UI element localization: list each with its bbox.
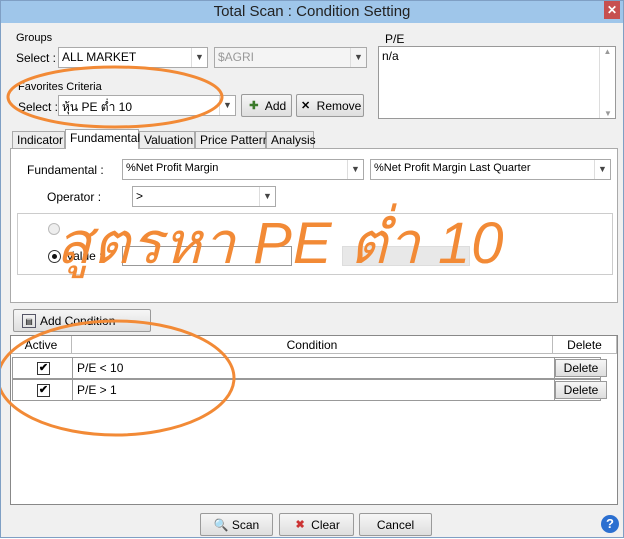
remove-favorite-label: Remove bbox=[316, 98, 362, 113]
conditions-grid: Active Condition Delete ✔ P/E < 10 Delet… bbox=[10, 335, 618, 505]
fundamental-compare-value: %Net Profit Margin Last Quarter bbox=[374, 162, 531, 174]
tab-fundamental[interactable]: Fundamental bbox=[65, 129, 140, 149]
condition-cell: P/E < 10 bbox=[72, 357, 555, 379]
groups-select[interactable]: ALL MARKET ▼ bbox=[58, 47, 208, 68]
add-favorite-button[interactable]: ✚ Add bbox=[241, 94, 292, 117]
tab-analysis[interactable]: Analysis bbox=[266, 131, 316, 149]
fundamental-compare-select[interactable]: %Net Profit Margin Last Quarter ▼ bbox=[370, 159, 611, 180]
add-favorite-label: Add bbox=[264, 98, 287, 113]
scroll-down-icon: ▼ bbox=[604, 109, 612, 118]
clear-button[interactable]: ✖ Clear bbox=[279, 513, 354, 536]
close-button[interactable]: ✕ bbox=[604, 1, 620, 19]
window-title: Total Scan : Condition Setting bbox=[213, 3, 411, 20]
group-secondary-value: $AGRI bbox=[218, 50, 255, 64]
fundamental-field-select[interactable]: %Net Profit Margin ▼ bbox=[122, 159, 364, 180]
active-cell: ✔ bbox=[12, 379, 73, 401]
remove-favorite-button[interactable]: ✕ Remove bbox=[296, 94, 364, 117]
search-icon: 🔍 bbox=[213, 517, 229, 532]
clear-icon: ✖ bbox=[295, 518, 305, 531]
scan-button[interactable]: 🔍 Scan bbox=[200, 513, 273, 536]
add-condition-button[interactable]: ▤ Add Condition bbox=[13, 309, 151, 332]
add-condition-icon: ▤ bbox=[22, 313, 36, 328]
condition-cell: P/E > 1 bbox=[72, 379, 555, 401]
scroll-up-icon: ▲ bbox=[603, 47, 612, 56]
groups-label: Groups bbox=[16, 32, 53, 44]
title-bar: Total Scan : Condition Setting ✕ bbox=[1, 1, 623, 23]
tab-valuation[interactable]: Valuation bbox=[139, 131, 195, 149]
active-checkbox[interactable]: ✔ bbox=[37, 384, 50, 397]
help-icon[interactable]: ? bbox=[601, 515, 619, 533]
favorites-select-label: Select : bbox=[18, 100, 59, 114]
tab-indicator[interactable]: Indicator bbox=[12, 131, 65, 149]
chevron-down-icon: ▼ bbox=[191, 48, 207, 67]
condition-setting-window: Total Scan : Condition Setting ✕ Groups … bbox=[0, 0, 624, 538]
annotation-text: สูตรหา PE ต่ำ 10 bbox=[56, 211, 505, 276]
active-cell: ✔ bbox=[12, 357, 73, 379]
chevron-down-icon: ▼ bbox=[350, 48, 366, 67]
remove-icon: ✕ bbox=[301, 99, 311, 112]
favorites-label: Favorites Criteria bbox=[18, 81, 102, 93]
pe-label: P/E bbox=[385, 32, 405, 46]
scan-label: Scan bbox=[231, 517, 260, 532]
cancel-button[interactable]: Cancel bbox=[359, 513, 432, 536]
fundamental-field-value: %Net Profit Margin bbox=[126, 162, 219, 174]
active-checkbox[interactable]: ✔ bbox=[37, 362, 50, 375]
group-secondary-select[interactable]: $AGRI ▼ bbox=[214, 47, 367, 68]
close-icon: ✕ bbox=[606, 3, 618, 17]
add-condition-label: Add Condition bbox=[40, 313, 116, 328]
chevron-down-icon: ▼ bbox=[347, 160, 363, 179]
clear-label: Clear bbox=[311, 517, 340, 532]
header-delete: Delete bbox=[553, 336, 617, 354]
chevron-down-icon: ▼ bbox=[594, 160, 610, 179]
tab-price-pattern[interactable]: Price Pattern bbox=[195, 131, 269, 149]
delete-button[interactable]: Delete bbox=[555, 359, 607, 377]
chevron-down-icon: ▼ bbox=[219, 96, 235, 115]
header-condition: Condition bbox=[72, 336, 553, 354]
favorites-select[interactable]: หุ้น PE ต่ำ 10 ▼ bbox=[58, 95, 236, 116]
header-active: Active bbox=[11, 336, 72, 354]
pe-value: n/a bbox=[382, 49, 399, 63]
pe-textarea[interactable]: n/a ▲ ▼ bbox=[378, 46, 616, 119]
fundamental-label: Fundamental : bbox=[27, 163, 104, 177]
groups-select-label: Select : bbox=[16, 51, 57, 65]
delete-button[interactable]: Delete bbox=[555, 381, 607, 399]
groups-select-value: ALL MARKET bbox=[62, 50, 137, 64]
favorites-select-value: หุ้น PE ต่ำ 10 bbox=[62, 100, 133, 114]
table-row: ✔ P/E > 1 Delete bbox=[12, 379, 607, 401]
pe-scrollbar[interactable]: ▲ ▼ bbox=[599, 47, 615, 118]
table-row: ✔ P/E < 10 Delete bbox=[12, 357, 607, 379]
add-icon: ✚ bbox=[249, 99, 259, 112]
